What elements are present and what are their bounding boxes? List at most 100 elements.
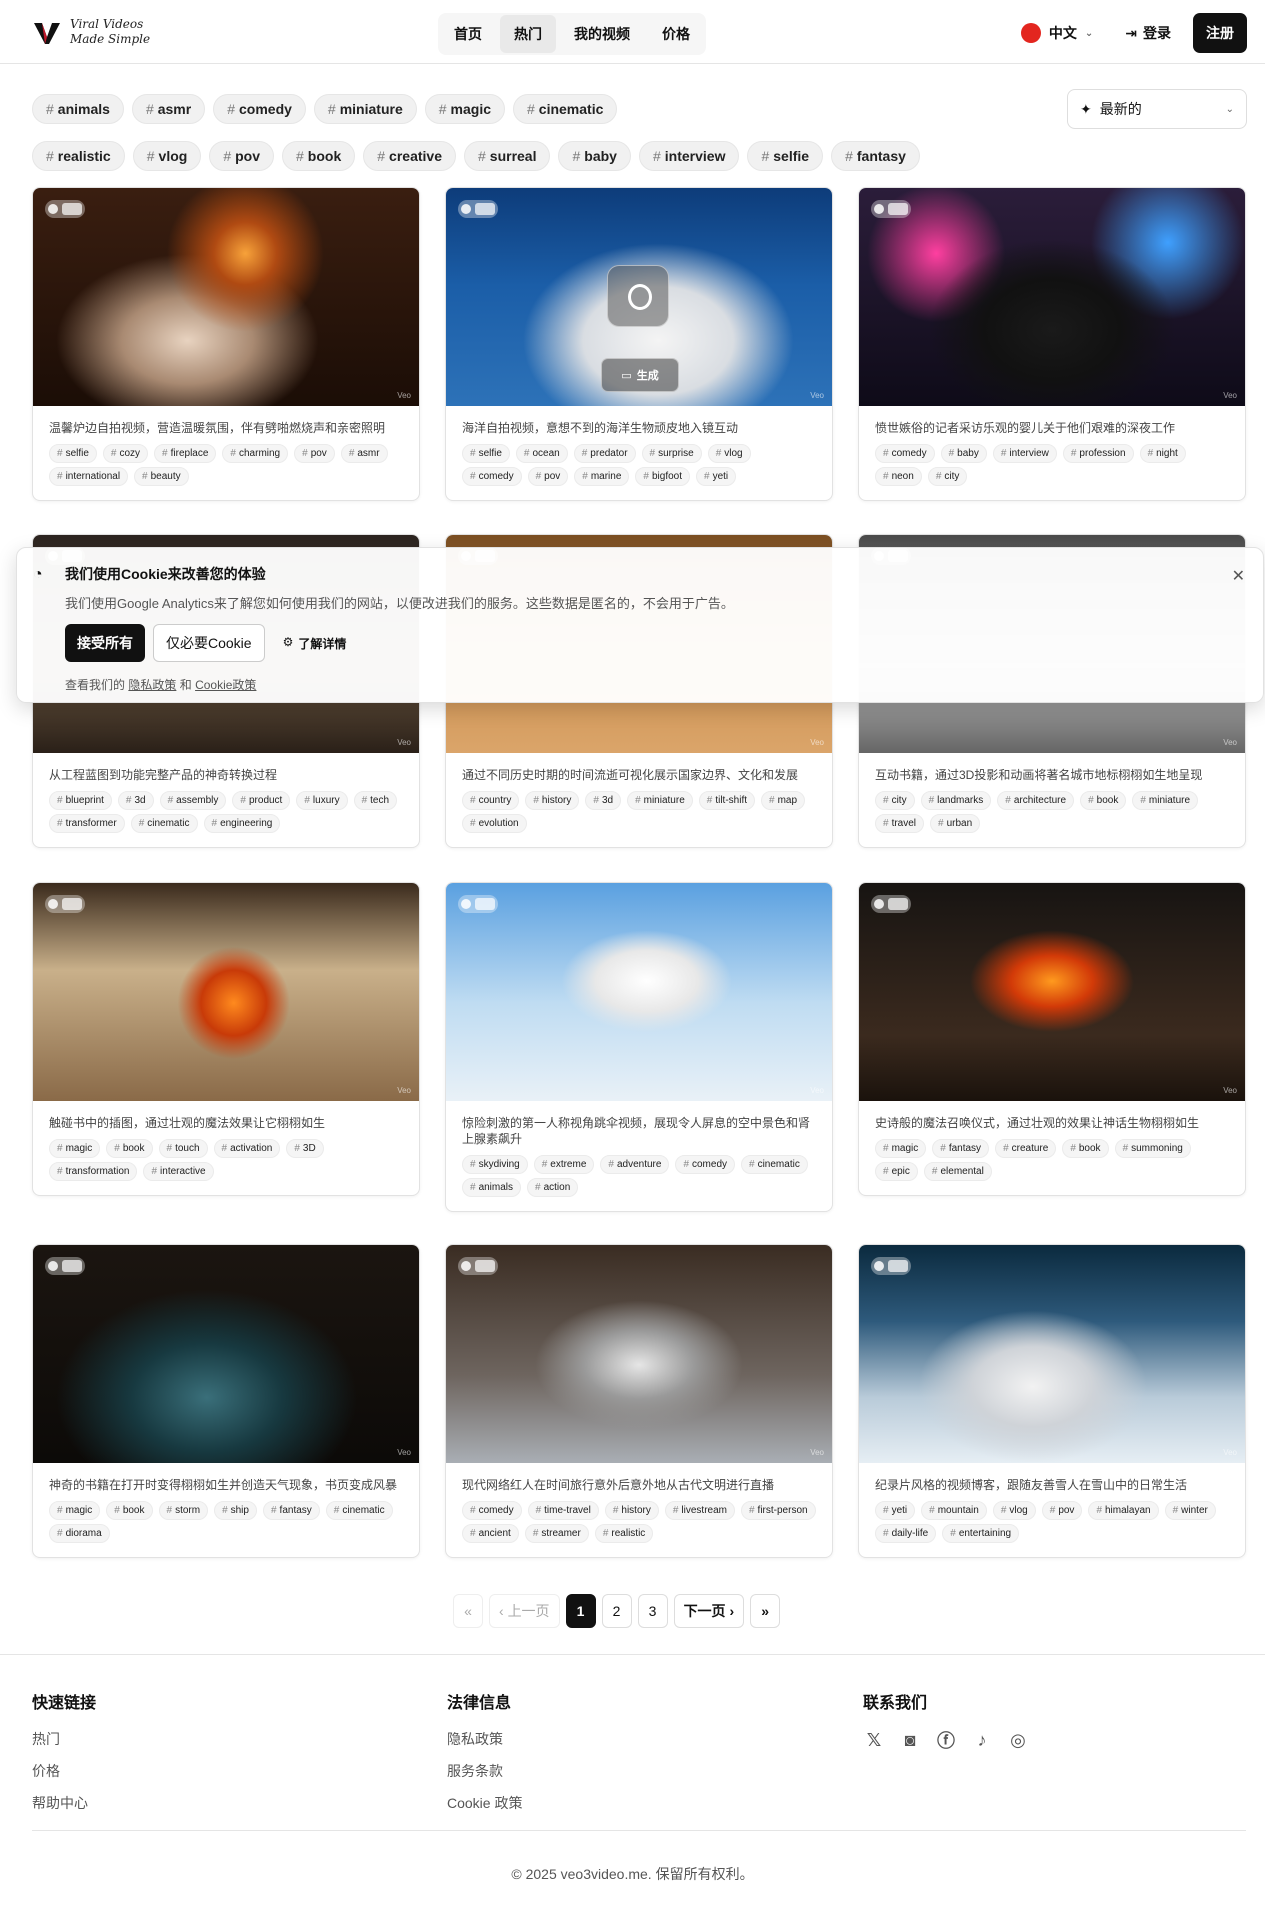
- video-tag[interactable]: # night: [1139, 444, 1186, 463]
- login-button[interactable]: ⇥ 登录: [1113, 15, 1183, 51]
- video-card[interactable]: Veo 现代网络红人在时间旅行意外后意外地从古代文明进行直播 # comedy # tim…: [445, 1244, 833, 1558]
- video-tag[interactable]: # activation: [213, 1139, 281, 1158]
- video-card[interactable]: Veo 史诗般的魔法召唤仪式，通过壮观的效果让神话生物栩栩如生 # magic # fan…: [858, 882, 1246, 1196]
- video-tag[interactable]: # cinematic: [130, 814, 198, 833]
- video-tag[interactable]: # first-person: [740, 1501, 816, 1520]
- footer-link-pricing[interactable]: 价格: [32, 1761, 96, 1781]
- video-tag[interactable]: # luxury: [296, 791, 348, 810]
- page-1-button[interactable]: 1: [565, 1594, 596, 1628]
- video-tag[interactable]: # book: [1080, 791, 1127, 810]
- video-tag[interactable]: # time-travel: [527, 1501, 599, 1520]
- video-tag[interactable]: #3D: [286, 1139, 324, 1158]
- video-tag[interactable]: # cinematic: [741, 1155, 808, 1174]
- nav-my-videos[interactable]: 我的视频: [560, 15, 644, 53]
- preview-toggle[interactable]: [458, 200, 498, 218]
- video-tag[interactable]: # daily-life: [875, 1524, 937, 1543]
- video-tag[interactable]: # entertaining: [942, 1524, 1020, 1543]
- preview-toggle[interactable]: [871, 200, 911, 218]
- video-thumbnail[interactable]: Veo: [33, 188, 419, 406]
- tag-filter-selfie[interactable]: # selfie: [747, 141, 824, 171]
- video-tag[interactable]: # ship: [214, 1501, 257, 1520]
- cookie-policy-link[interactable]: Cookie政策: [195, 678, 256, 692]
- tag-filter-creative[interactable]: # creative: [363, 141, 456, 171]
- video-tag[interactable]: # profession: [1062, 444, 1134, 463]
- video-thumbnail[interactable]: Veo: [446, 883, 832, 1101]
- discord-icon[interactable]: ◙: [899, 1729, 921, 1751]
- video-tag[interactable]: # blueprint: [49, 791, 112, 810]
- footer-link-privacy[interactable]: 隐私政策: [447, 1729, 522, 1749]
- video-tag[interactable]: # tech: [353, 791, 398, 810]
- preview-toggle[interactable]: [458, 895, 498, 913]
- video-tag[interactable]: # extreme: [533, 1155, 595, 1174]
- video-tag[interactable]: # charming: [222, 444, 289, 463]
- video-tag[interactable]: # cinematic: [325, 1501, 393, 1520]
- video-tag[interactable]: # baby: [940, 444, 987, 463]
- learn-more-button[interactable]: ⚙ 了解详情: [273, 627, 357, 660]
- video-tag[interactable]: # fireplace: [154, 444, 217, 463]
- video-tag[interactable]: # magic: [875, 1139, 927, 1158]
- video-tag[interactable]: # comedy: [462, 467, 522, 486]
- video-tag[interactable]: # urban: [930, 814, 981, 833]
- video-tag[interactable]: # landmarks: [920, 791, 992, 810]
- video-card[interactable]: Veo 纪录片风格的视频博客，跟随友善雪人在雪山中的日常生活 # yeti # mount…: [858, 1244, 1246, 1558]
- video-thumbnail[interactable]: Veo: [859, 188, 1245, 406]
- tag-filter-vlog[interactable]: # vlog: [132, 141, 202, 171]
- video-tag[interactable]: # miniature: [627, 791, 693, 810]
- facebook-icon[interactable]: ⓕ: [935, 1729, 957, 1751]
- tag-filter-book[interactable]: # book: [282, 141, 356, 171]
- preview-toggle[interactable]: [458, 1257, 498, 1275]
- footer-link-terms[interactable]: 服务条款: [447, 1761, 522, 1781]
- video-thumbnail[interactable]: Veo: [33, 1245, 419, 1463]
- page-2-button[interactable]: 2: [601, 1594, 632, 1628]
- video-tag[interactable]: # storm: [158, 1501, 209, 1520]
- tiktok-icon[interactable]: ♪: [971, 1729, 993, 1751]
- sort-dropdown[interactable]: ✦ 最新的 ⌄: [1067, 89, 1247, 129]
- video-tag[interactable]: # interactive: [143, 1162, 214, 1181]
- video-tag[interactable]: # yeti: [696, 467, 737, 486]
- preview-toggle[interactable]: [45, 1257, 85, 1275]
- video-tag[interactable]: # magic: [49, 1501, 101, 1520]
- video-tag[interactable]: # diorama: [49, 1524, 110, 1543]
- logo[interactable]: Viral Videos Made Simple: [32, 17, 232, 47]
- video-tag[interactable]: # creature: [995, 1139, 1057, 1158]
- video-tag[interactable]: # touch: [158, 1139, 208, 1158]
- necessary-only-button[interactable]: 仅必要Cookie: [153, 624, 265, 662]
- video-tag[interactable]: # transformation: [49, 1162, 138, 1181]
- first-page-button[interactable]: «: [453, 1594, 483, 1628]
- preview-toggle[interactable]: [871, 895, 911, 913]
- video-tag[interactable]: # pov: [1041, 1501, 1083, 1520]
- video-tag[interactable]: # map: [761, 791, 806, 810]
- video-tag[interactable]: # pov: [527, 467, 569, 486]
- video-tag[interactable]: # book: [106, 1139, 153, 1158]
- video-tag[interactable]: # pov: [294, 444, 335, 463]
- video-tag[interactable]: # adventure: [600, 1155, 670, 1174]
- video-card[interactable]: Veo ▭ 生成 海洋自拍视频，意想不到的海洋生物顽皮地入镜互动 # selfie # oce…: [445, 187, 833, 501]
- tag-filter-fantasy[interactable]: # fantasy: [831, 141, 920, 171]
- video-tag[interactable]: # tilt-shift: [698, 791, 755, 810]
- video-tag[interactable]: # himalayan: [1088, 1501, 1159, 1520]
- video-tag[interactable]: # international: [49, 467, 129, 486]
- video-tag[interactable]: # book: [106, 1501, 153, 1520]
- instagram-icon[interactable]: ◎: [1007, 1729, 1029, 1751]
- video-tag[interactable]: # neon: [875, 467, 922, 486]
- accept-all-button[interactable]: 接受所有: [65, 624, 145, 662]
- tag-filter-miniature[interactable]: # miniature: [313, 94, 417, 124]
- prev-page-button[interactable]: ‹ 上一页: [489, 1594, 560, 1628]
- video-tag[interactable]: # fantasy: [932, 1139, 990, 1158]
- video-tag[interactable]: # book: [1062, 1139, 1109, 1158]
- tag-filter-animals[interactable]: # animals: [32, 94, 124, 124]
- tag-filter-cinematic[interactable]: # cinematic: [513, 94, 618, 124]
- video-tag[interactable]: # epic: [875, 1162, 918, 1181]
- privacy-policy-link[interactable]: 隐私政策: [128, 678, 176, 692]
- video-thumbnail[interactable]: Veo: [859, 1245, 1245, 1463]
- video-thumbnail[interactable]: Veo: [859, 883, 1245, 1101]
- video-tag[interactable]: # comedy: [875, 444, 935, 463]
- video-tag[interactable]: # assembly: [159, 791, 227, 810]
- page-3-button[interactable]: 3: [637, 1594, 668, 1628]
- video-tag[interactable]: # animals: [462, 1178, 522, 1197]
- video-tag[interactable]: # vlog: [707, 444, 751, 463]
- video-tag[interactable]: # elemental: [923, 1162, 992, 1181]
- preview-toggle[interactable]: [45, 200, 85, 218]
- tag-filter-pov[interactable]: # pov: [209, 141, 274, 171]
- video-tag[interactable]: # realistic: [594, 1524, 654, 1543]
